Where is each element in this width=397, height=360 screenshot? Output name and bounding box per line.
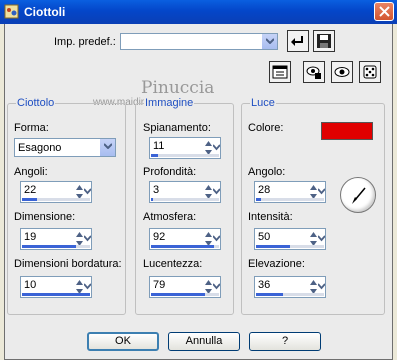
value-slider-track[interactable] <box>151 293 219 296</box>
chevron-down-icon <box>104 143 112 149</box>
floppy-disk-icon <box>317 34 331 48</box>
spianamento-value[interactable]: 11 <box>153 140 164 152</box>
lucentezza-label: Lucentezza: <box>143 258 203 270</box>
ok-button[interactable]: OK <box>87 332 159 351</box>
value-slider-track[interactable] <box>22 293 90 296</box>
colore-label: Colore: <box>248 122 284 134</box>
angoli-value[interactable]: 22 <box>24 184 36 196</box>
chevron-down-icon[interactable] <box>213 231 220 245</box>
value-slider-fill <box>256 245 290 248</box>
angoli-label: Angoli: <box>14 166 48 178</box>
lucentezza-spinbox[interactable]: 79 <box>149 276 221 298</box>
value-slider-fill <box>151 245 214 248</box>
chevron-down-icon[interactable] <box>318 279 325 293</box>
dimensione-value[interactable]: 19 <box>24 231 36 243</box>
dimensioni-bordatura-label: Dimensioni bordatura: <box>14 258 122 270</box>
value-slider-fill <box>151 293 205 296</box>
window-title: Ciottoli <box>24 5 66 19</box>
chevron-down-icon[interactable] <box>213 140 220 154</box>
elevazione-label: Elevazione: <box>248 258 305 270</box>
value-slider-track[interactable] <box>22 245 90 248</box>
dice-icon <box>363 65 377 79</box>
value-slider-fill <box>22 293 90 296</box>
window-preview-icon <box>272 65 288 79</box>
group-immagine-title: Immagine <box>144 97 195 109</box>
group-luce-title: Luce <box>250 97 276 109</box>
value-slider-fill <box>22 245 76 248</box>
angolo-value[interactable]: 28 <box>258 184 270 196</box>
lucentezza-value[interactable]: 79 <box>153 279 165 291</box>
value-slider-track[interactable] <box>256 245 324 248</box>
chevron-down-icon[interactable] <box>213 279 220 293</box>
dimensione-label: Dimensione: <box>14 211 76 223</box>
cancel-button[interactable]: Annulla <box>168 332 240 351</box>
dimensioni-bordatura-spinbox[interactable]: 10 <box>20 276 92 298</box>
spianamento-spinbox[interactable]: 11 <box>149 137 221 159</box>
forma-dropdown-button[interactable] <box>99 139 115 156</box>
profondita-label: Profondità: <box>143 166 197 178</box>
value-slider-fill <box>151 198 153 201</box>
chevron-down-icon[interactable] <box>213 184 220 198</box>
value-slider-track[interactable] <box>22 198 90 201</box>
value-slider-fill <box>22 198 37 201</box>
colore-swatch[interactable] <box>321 122 373 140</box>
eye-lock-icon <box>306 66 321 79</box>
forma-label: Forma: <box>14 122 49 134</box>
angle-dial[interactable] <box>340 177 376 213</box>
angoli-spinbox[interactable]: 22 <box>20 181 92 203</box>
chevron-down-icon[interactable] <box>84 231 91 245</box>
proof-lock-button[interactable] <box>303 61 325 83</box>
title-bar: Ciottoli <box>0 0 397 24</box>
close-button[interactable] <box>374 2 394 21</box>
chevron-down-icon[interactable] <box>318 184 325 198</box>
profondita-spinbox[interactable]: 3 <box>149 181 221 203</box>
help-button[interactable]: ? <box>249 332 321 351</box>
forma-value: Esagono <box>18 142 62 154</box>
dimensioni-bordatura-value[interactable]: 10 <box>24 279 36 291</box>
value-slider-track[interactable] <box>151 245 219 248</box>
value-slider-fill <box>256 293 283 296</box>
atmosfera-spinbox[interactable]: 92 <box>149 228 221 250</box>
elevazione-value[interactable]: 36 <box>258 279 270 291</box>
chevron-down-icon[interactable] <box>84 184 91 198</box>
randomize-button[interactable] <box>359 61 381 83</box>
value-slider-track[interactable] <box>151 198 219 201</box>
proof-button[interactable] <box>331 61 353 83</box>
angle-needle-icon <box>352 187 366 204</box>
intensita-value[interactable]: 50 <box>258 231 270 243</box>
value-slider-track[interactable] <box>256 198 324 201</box>
chevron-down-icon <box>266 38 274 44</box>
spianamento-label: Spianamento: <box>143 122 211 134</box>
chevron-down-icon[interactable] <box>84 279 91 293</box>
value-slider-track[interactable] <box>151 154 219 157</box>
eye-icon <box>334 67 350 77</box>
close-icon <box>379 6 390 17</box>
elevazione-spinbox[interactable]: 36 <box>254 276 326 298</box>
preset-dropdown[interactable] <box>120 33 278 50</box>
value-slider-fill <box>151 154 158 157</box>
profondita-value[interactable]: 3 <box>153 184 159 196</box>
preset-label: Imp. predef.: <box>54 36 116 48</box>
watermark-name: Pinuccia <box>141 78 215 98</box>
atmosfera-label: Atmosfera: <box>143 211 197 223</box>
save-preset-button[interactable] <box>313 30 335 52</box>
value-slider-track[interactable] <box>256 293 324 296</box>
group-ciottolo-title: Ciottolo <box>16 97 56 109</box>
value-slider-fill <box>256 198 261 201</box>
forma-dropdown[interactable]: Esagono <box>14 138 116 157</box>
reset-preset-button[interactable] <box>287 30 309 52</box>
intensita-spinbox[interactable]: 50 <box>254 228 326 250</box>
atmosfera-value[interactable]: 92 <box>153 231 165 243</box>
app-icon <box>4 4 19 19</box>
dimensione-spinbox[interactable]: 19 <box>20 228 92 250</box>
preview-toggle-button[interactable] <box>269 61 291 83</box>
intensita-label: Intensità: <box>248 211 293 223</box>
angolo-spinbox[interactable]: 28 <box>254 181 326 203</box>
angolo-label: Angolo: <box>248 166 286 178</box>
reset-arrow-icon <box>291 36 303 46</box>
chevron-down-icon[interactable] <box>318 231 325 245</box>
preset-dropdown-button[interactable] <box>261 34 277 49</box>
